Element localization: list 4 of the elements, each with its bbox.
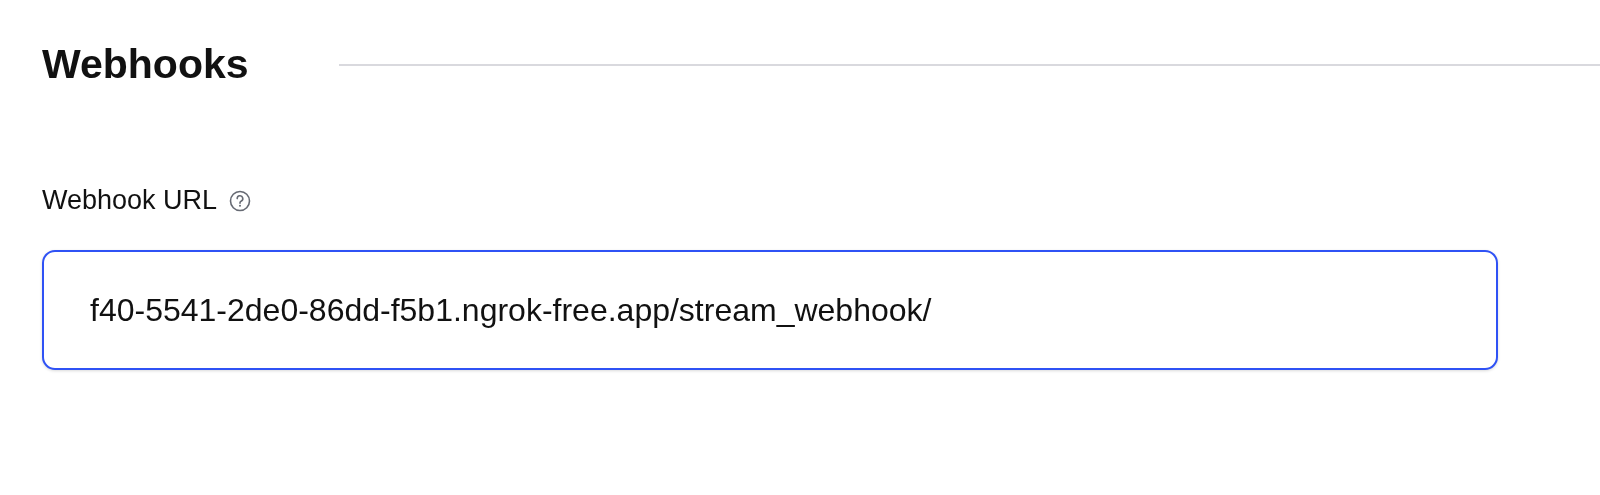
section-title: Webhooks <box>42 40 249 89</box>
url-input-field[interactable]: f40-5541-2de0-86dd-f5b1.ngrok-free.app/stream_webhook/ <box>42 250 1498 371</box>
help-icon[interactable] <box>229 189 252 212</box>
field-label: Webhook URL <box>42 185 218 217</box>
